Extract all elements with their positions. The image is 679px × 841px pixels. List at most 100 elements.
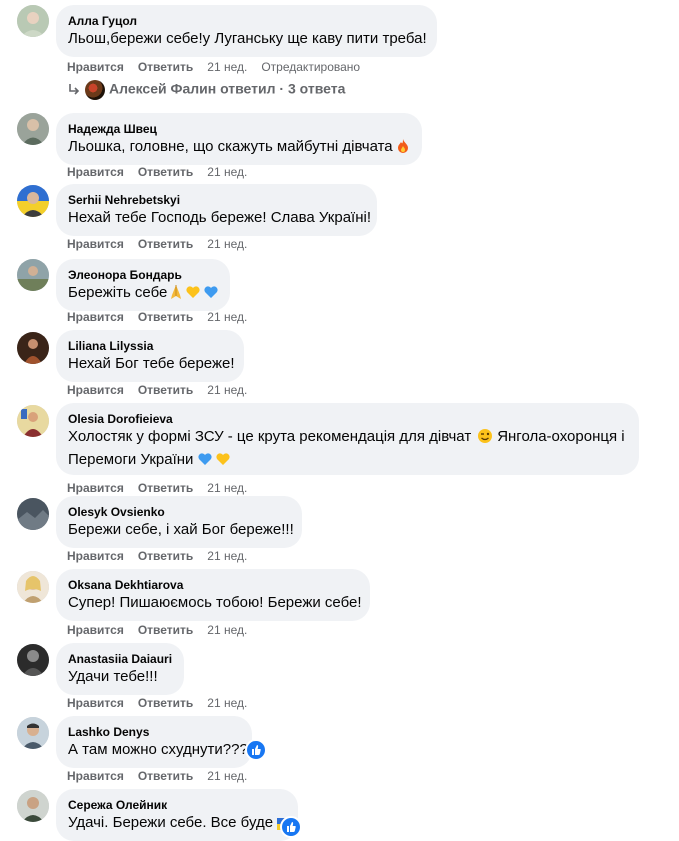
comment-author[interactable]: Lashko Denys xyxy=(68,724,240,740)
avatar[interactable] xyxy=(17,332,49,364)
avatar[interactable] xyxy=(17,405,49,437)
avatar[interactable] xyxy=(17,259,49,291)
avatar[interactable] xyxy=(17,644,49,676)
view-replies-link[interactable]: Алексей Фалин ответил · 3 ответа xyxy=(67,80,345,100)
comment-actions: Нравится Ответить 21 нед. xyxy=(67,236,247,252)
comment-author[interactable]: Сережа Олейник xyxy=(68,797,286,813)
comment-text: Удачі. Бережи себе. Все буде xyxy=(68,814,274,831)
reply-arrow-icon xyxy=(67,82,81,99)
reply-button[interactable]: Ответить xyxy=(138,237,193,251)
comment-bubble: Lashko Denys А там можно схуднути??? xyxy=(56,716,252,768)
comment-author[interactable]: Надежда Швец xyxy=(68,121,410,137)
avatar[interactable] xyxy=(17,571,49,603)
like-button[interactable]: Нравится xyxy=(67,549,124,563)
comment-text-row: Бережіть себе xyxy=(68,283,218,306)
comment-text: Льошка, головне, що скажуть майбутні дів… xyxy=(68,138,393,155)
yellow-heart-emoji xyxy=(215,451,231,473)
comment-bubble: Надежда Швец Льошка, головне, що скажуть… xyxy=(56,113,422,165)
reply-button[interactable]: Ответить xyxy=(138,481,193,495)
comment-timestamp[interactable]: 21 нед. xyxy=(207,623,247,637)
edited-label: Отредактировано xyxy=(261,60,361,74)
like-button[interactable]: Нравится xyxy=(67,165,124,179)
comment-text-row: Удачі. Бережи себе. Все буде xyxy=(68,813,294,836)
comment-timestamp[interactable]: 21 нед. xyxy=(207,481,247,495)
reply-button[interactable]: Ответить xyxy=(138,623,193,637)
praying-hands-emoji xyxy=(169,284,183,306)
like-button[interactable]: Нравится xyxy=(67,60,124,74)
comment-actions: Нравится Ответить 21 нед. xyxy=(67,309,247,325)
comment-actions: Нравится Ответить 21 нед. xyxy=(67,695,247,711)
like-button[interactable]: Нравится xyxy=(67,237,124,251)
comment-timestamp[interactable]: 21 нед. xyxy=(207,237,247,251)
comment-text: Бережіть себе xyxy=(68,284,168,301)
reply-avatar xyxy=(85,80,105,100)
comment-timestamp[interactable]: 21 нед. xyxy=(207,165,247,179)
comment-text-row: Льошка, головне, що скажуть майбутні дів… xyxy=(68,137,410,160)
avatar[interactable] xyxy=(17,113,49,145)
comment-bubble: Oksana Dekhtiarova Супер! Пишаюємось тоб… xyxy=(56,569,370,621)
comment-text: Льош,бережи себе!у Луганську ще каву пит… xyxy=(68,30,427,47)
comment-author[interactable]: Olesia Dorofieieva xyxy=(68,411,627,427)
like-button[interactable]: Нравится xyxy=(67,310,124,324)
comment-author[interactable]: Элеонора Бондарь xyxy=(68,267,218,283)
reply-button[interactable]: Ответить xyxy=(138,310,193,324)
comment-actions: Нравится Ответить 21 нед. xyxy=(67,622,247,638)
comment-author[interactable]: Olesyk Ovsienko xyxy=(68,504,290,520)
comment-text: Супер! Пишаюємось тобою! Бережи себе! xyxy=(68,594,362,611)
like-button[interactable]: Нравится xyxy=(67,383,124,397)
blue-heart-emoji xyxy=(197,451,213,473)
comment-timestamp[interactable]: 21 нед. xyxy=(207,696,247,710)
avatar[interactable] xyxy=(17,790,49,822)
comment-actions: Нравится Ответить 21 нед. xyxy=(67,768,247,784)
comment-text: Перемоги України xyxy=(68,451,194,468)
comment-timestamp[interactable]: 21 нед. xyxy=(207,383,247,397)
like-button[interactable]: Нравится xyxy=(67,623,124,637)
comment-text: Холостяк у формі ЗСУ - це крута рекоменд… xyxy=(68,428,472,445)
comment-author[interactable]: Oksana Dekhtiarova xyxy=(68,577,358,593)
reply-button[interactable]: Ответить xyxy=(138,60,193,74)
comment-bubble: Serhii Nehrebetskyi Нехай тебе Господь б… xyxy=(56,184,377,236)
comment-text-row: Холостяк у формі ЗСУ - це крута рекоменд… xyxy=(68,427,627,450)
yellow-heart-emoji xyxy=(185,284,201,306)
comment-bubble: Olesyk Ovsienko Бережи себе, і хай Бог б… xyxy=(56,496,302,548)
comment-text: Бережи себе, і хай Бог береже!!! xyxy=(68,521,294,538)
avatar[interactable] xyxy=(17,498,49,530)
like-button[interactable]: Нравится xyxy=(67,769,124,783)
reply-button[interactable]: Ответить xyxy=(138,696,193,710)
comment-actions: Нравится Ответить 21 нед. xyxy=(67,382,247,398)
comment-bubble: Элеонора Бондарь Бережіть себе xyxy=(56,259,230,311)
like-button[interactable]: Нравится xyxy=(67,481,124,495)
wink-emoji xyxy=(477,428,493,450)
comment-bubble: Алла Гуцол Льош,бережи себе!у Луганську … xyxy=(56,5,437,57)
comment-bubble: Anastasiia Daiauri Удачи тебе!!! xyxy=(56,643,184,695)
avatar[interactable] xyxy=(17,185,49,217)
comment-timestamp[interactable]: 21 нед. xyxy=(207,549,247,563)
avatar[interactable] xyxy=(17,717,49,749)
comment-bubble: Сережа Олейник Удачі. Бережи себе. Все б… xyxy=(56,789,298,841)
reply-button[interactable]: Ответить xyxy=(138,549,193,563)
comment-actions: Нравится Ответить 21 нед. xyxy=(67,480,247,496)
comment-bubble: Olesia Dorofieieva Холостяк у формі ЗСУ … xyxy=(56,403,639,475)
reply-button[interactable]: Ответить xyxy=(138,383,193,397)
comment-timestamp[interactable]: 21 нед. xyxy=(207,310,247,324)
like-reaction-icon[interactable] xyxy=(245,739,267,761)
blue-heart-emoji xyxy=(203,284,219,306)
comment-author[interactable]: Anastasiia Daiauri xyxy=(68,651,172,667)
comment-author[interactable]: Serhii Nehrebetskyi xyxy=(68,192,365,208)
comment-text: Нехай тебе Господь береже! Слава Україні… xyxy=(68,209,371,226)
replies-text: Алексей Фалин ответил · 3 ответа xyxy=(109,80,346,97)
comment-text: Удачи тебе!!! xyxy=(68,668,158,685)
reply-button[interactable]: Ответить xyxy=(138,165,193,179)
reply-button[interactable]: Ответить xyxy=(138,769,193,783)
comment-timestamp[interactable]: 21 нед. xyxy=(207,60,247,74)
comment-text: А там можно схуднути??? xyxy=(68,741,248,758)
avatar[interactable] xyxy=(17,5,49,37)
comment-author[interactable]: Liliana Lilyssia xyxy=(68,338,232,354)
comment-bubble: Liliana Lilyssia Нехай Бог тебе береже! xyxy=(56,330,244,382)
comment-timestamp[interactable]: 21 нед. xyxy=(207,769,247,783)
comment-author[interactable]: Алла Гуцол xyxy=(68,13,425,29)
like-button[interactable]: Нравится xyxy=(67,696,124,710)
fire-emoji xyxy=(395,138,411,160)
comment-actions: Нравится Ответить 21 нед. Отредактировано xyxy=(67,59,360,75)
comment-actions: Нравится Ответить 21 нед. xyxy=(67,164,247,180)
